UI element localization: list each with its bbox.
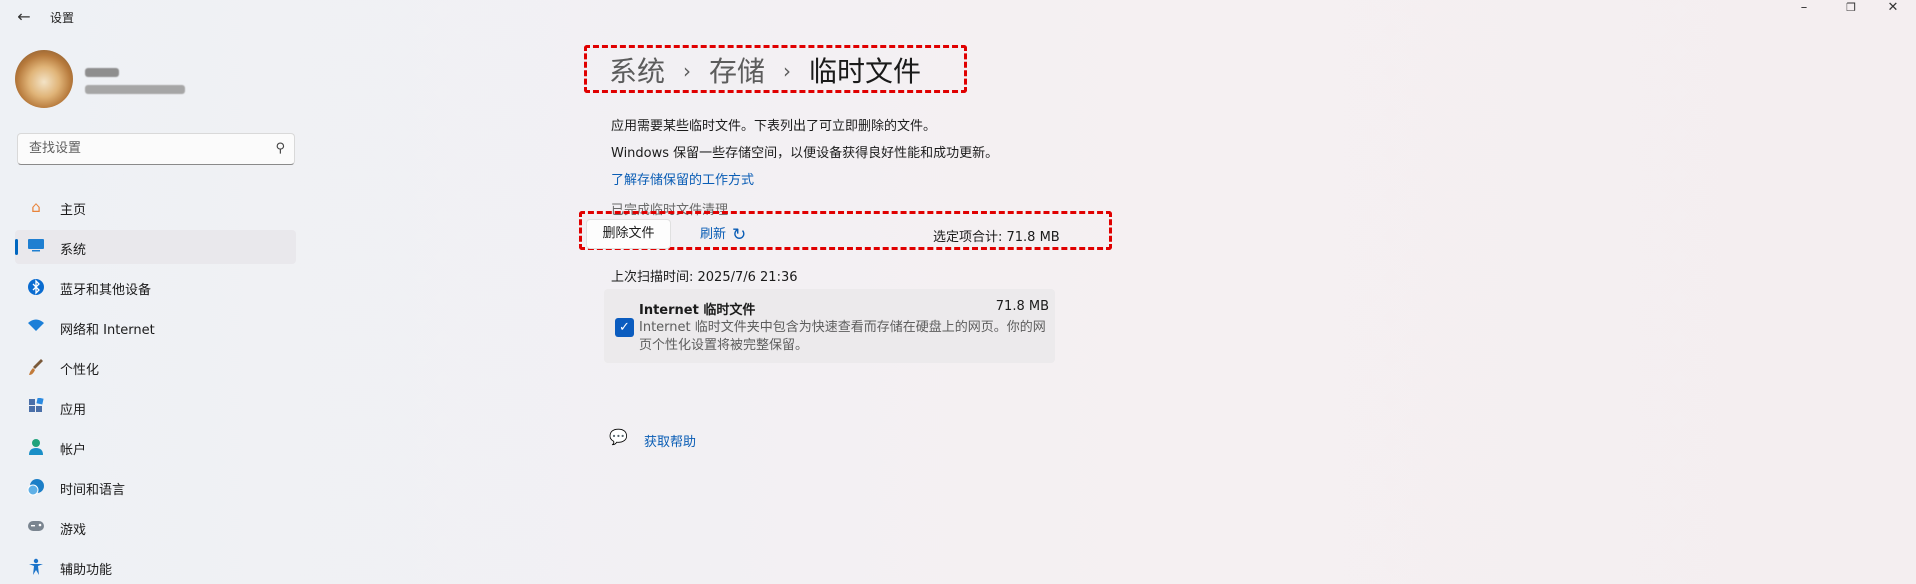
search-icon[interactable]: ⚲ [275,141,285,156]
sidebar-item-home[interactable]: ⌂ 主页 [15,190,296,224]
search-box[interactable]: ⚲ [17,133,295,165]
active-indicator [15,239,18,255]
accessibility-icon [27,558,45,576]
sidebar-item-label: 蓝牙和其他设备 [60,283,152,298]
sidebar-item-label: 系统 [60,243,87,258]
sidebar-item-bluetooth[interactable]: 蓝牙和其他设备 [15,270,296,304]
selected-total: 选定项合计: 71.8 MB [933,230,1060,245]
sidebar-item-apps[interactable]: 应用 [15,390,296,424]
sidebar-item-gaming[interactable]: 游戏 [15,510,296,544]
brush-icon [27,358,45,376]
apps-icon [27,397,45,416]
bluetooth-icon [27,278,45,296]
breadcrumb-item-system[interactable]: 系统 [609,55,665,88]
item-title: Internet 临时文件 [639,303,756,318]
sidebar-item-label: 时间和语言 [60,483,126,498]
sidebar-item-label: 网络和 Internet [60,323,155,338]
back-arrow-icon[interactable]: ← [14,7,34,27]
delete-files-button[interactable]: 删除文件 [586,219,671,249]
sidebar-item-network[interactable]: 网络和 Internet [15,310,296,344]
avatar[interactable] [15,50,73,108]
item-size: 71.8 MB [995,299,1049,314]
sidebar-item-label: 帐户 [60,443,87,458]
sidebar-item-label: 主页 [60,203,87,218]
sidebar-item-personalization[interactable]: 个性化 [15,350,296,384]
page-title: 临时文件 [809,55,922,88]
description-storage-reserve: Windows 保留一些存储空间，以便设备获得良好性能和成功更新。 [611,146,999,161]
account-icon [27,438,45,456]
sidebar-item-label: 游戏 [60,523,87,538]
get-help-link[interactable]: 获取帮助 [644,431,696,450]
system-monitor-icon [27,238,45,256]
breadcrumb-item-storage[interactable]: 存储 [709,55,765,88]
help-chat-icon: 💬 [609,428,628,446]
chevron-right-icon: › [783,59,792,83]
maximize-icon[interactable]: ❐ [1828,0,1874,18]
sidebar-item-label: 个性化 [60,363,100,378]
app-title: 设置 [50,11,75,25]
user-name-blurred [85,68,119,77]
learn-storage-reserve-link[interactable]: 了解存储保留的工作方式 [611,169,754,188]
description-temp-files: 应用需要某些临时文件。下表列出了可立即删除的文件。 [611,119,937,134]
chevron-right-icon: › [683,59,692,83]
gamepad-icon [27,518,45,536]
wifi-icon [27,318,45,336]
breadcrumb: 系统 › 存储 › 临时文件 [609,50,921,92]
sidebar-item-label: 辅助功能 [60,563,113,578]
search-input[interactable] [27,140,261,157]
sidebar-item-system[interactable]: 系统 [15,230,296,264]
refresh-button[interactable]: 刷新 ↻ [700,223,746,245]
sidebar-item-time-language[interactable]: 时间和语言 [15,470,296,504]
minimize-icon[interactable]: – [1781,0,1827,18]
last-scan-time: 上次扫描时间: 2025/7/6 21:36 [611,270,798,285]
refresh-icon: ↻ [732,225,747,245]
time-language-icon [27,478,45,496]
sidebar-item-label: 应用 [60,403,87,418]
checkbox[interactable]: ✓ [615,318,634,337]
close-icon[interactable]: ✕ [1870,0,1916,18]
sidebar-item-accounts[interactable]: 帐户 [15,430,296,464]
list-item[interactable]: ✓ Internet 临时文件 71.8 MB Internet 临时文件夹中包… [604,289,1055,363]
item-description: Internet 临时文件夹中包含为快速查看而存储在硬盘上的网页。你的网页个性化… [639,320,1046,353]
refresh-label: 刷新 [700,227,727,242]
user-email-blurred [85,85,185,94]
sidebar-item-accessibility[interactable]: 辅助功能 [15,550,296,584]
home-icon: ⌂ [31,198,41,216]
